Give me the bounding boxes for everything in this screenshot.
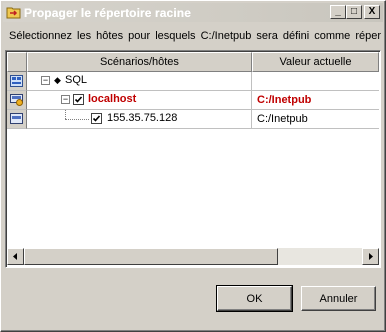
host-checkbox[interactable] <box>73 94 84 105</box>
folder-propagate-icon <box>6 5 21 19</box>
collapse-icon[interactable]: − <box>41 76 50 85</box>
horizontal-scrollbar[interactable] <box>7 248 379 265</box>
column-header-value[interactable]: Valeur actuelle <box>252 52 379 72</box>
maximize-button[interactable]: □ <box>346 5 362 19</box>
value-cell: C:/Inetpub <box>252 110 379 129</box>
diamond-icon: ◆ <box>54 75 61 85</box>
minimize-button[interactable]: _ <box>330 5 346 19</box>
master-host-icon <box>10 94 23 109</box>
maximize-icon: □ <box>350 6 358 17</box>
value-cell: C:/Inetpub <box>252 91 379 110</box>
arrow-left-icon <box>13 253 17 260</box>
host-cell[interactable]: − localhost <box>27 91 252 110</box>
scrollbar-thumb[interactable] <box>24 248 278 265</box>
host-checkbox[interactable] <box>91 113 102 124</box>
tree-line <box>65 110 67 119</box>
hosts-grid[interactable]: Scénarios/hôtes Valeur actuelle − ◆ SQL <box>5 50 381 268</box>
row-header-corner <box>7 52 27 72</box>
close-icon: X <box>368 6 376 17</box>
row-header <box>7 110 27 129</box>
collapse-icon[interactable]: − <box>61 95 70 104</box>
table-row[interactable]: − ◆ SQL <box>7 72 379 91</box>
value-cell <box>252 72 379 91</box>
tree-line <box>65 119 89 121</box>
close-button[interactable]: X <box>364 5 380 19</box>
host-name: localhost <box>88 93 137 105</box>
row-header <box>7 72 27 91</box>
replica-host-icon <box>10 113 23 128</box>
row-header <box>7 91 27 110</box>
title-bar[interactable]: Propager le répertoire racine _ □ X <box>3 3 383 22</box>
scenario-cell[interactable]: − ◆ SQL <box>27 72 252 91</box>
host-cell[interactable]: 155.35.75.128 <box>27 110 252 129</box>
host-name: 155.35.75.128 <box>107 112 178 124</box>
instruction-text: Sélectionnez les hôtes pour lesquels C:/… <box>9 30 381 42</box>
minimize-icon: _ <box>335 6 341 17</box>
table-row[interactable]: − localhost C:/Inetpub <box>7 91 379 110</box>
scroll-left-button[interactable] <box>7 248 24 265</box>
arrow-right-icon <box>369 253 373 260</box>
table-row[interactable]: 155.35.75.128 C:/Inetpub <box>7 110 379 129</box>
scenario-name: SQL <box>65 74 88 86</box>
scroll-right-button[interactable] <box>362 248 379 265</box>
window-title: Propager le répertoire racine <box>24 6 191 20</box>
column-header-scenarios[interactable]: Scénarios/hôtes <box>27 52 252 72</box>
ok-button[interactable]: OK <box>216 285 293 312</box>
scenario-icon <box>10 75 23 90</box>
dialog-window: Propager le répertoire racine _ □ X Séle… <box>0 0 386 332</box>
cancel-button[interactable]: Annuler <box>301 286 376 311</box>
